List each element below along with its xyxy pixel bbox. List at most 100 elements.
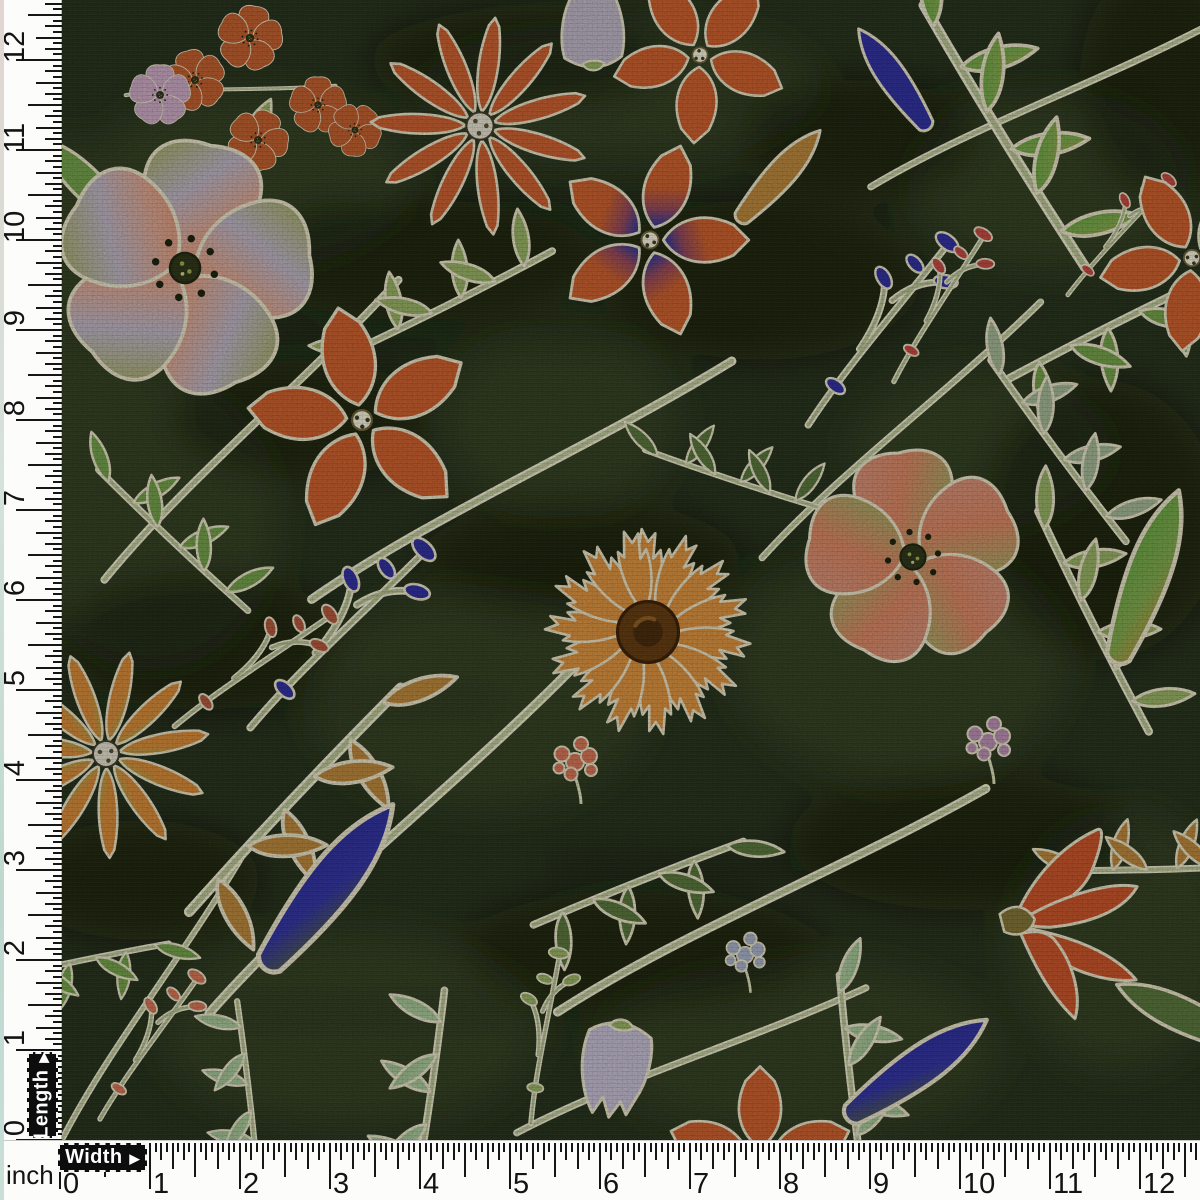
ruler-tick [166, 1143, 168, 1152]
ruler-tick [53, 830, 62, 832]
ruler-tick [903, 1143, 905, 1160]
ruler-tick [740, 1143, 742, 1152]
ruler-tick [419, 1143, 421, 1189]
ruler-tick [1066, 1143, 1068, 1152]
ruler-tick [605, 1143, 607, 1152]
ruler-tick [768, 1143, 770, 1160]
ruler-number: 4 [0, 753, 32, 783]
ruler-tick [53, 278, 62, 280]
unit-label: inch [6, 1160, 54, 1191]
ruler-tick [295, 1143, 297, 1160]
ruler-tick [53, 335, 62, 337]
ruler-tick [53, 762, 62, 764]
ruler-tick [53, 785, 62, 787]
ruler-tick [920, 1143, 922, 1152]
ruler-number: 10 [0, 213, 32, 243]
ruler-tick [45, 768, 62, 770]
ruler-tick [45, 160, 62, 162]
ruler-tick [53, 650, 62, 652]
ruler-tick [464, 1143, 466, 1177]
ruler-tick [1167, 1143, 1169, 1152]
ruler-tick [408, 1143, 410, 1160]
ruler-tick [211, 1143, 213, 1152]
ruler-tick [28, 464, 62, 466]
ruler-tick [537, 1143, 539, 1152]
ruler-tick [847, 1143, 849, 1169]
ruler-tick [45, 138, 62, 140]
ruler-tick [45, 700, 62, 702]
ruler-tick [36, 397, 62, 399]
ruler-tick [45, 295, 62, 297]
ruler-tick [53, 110, 62, 112]
ruler-tick [897, 1143, 899, 1152]
ruler-vertical: 0123456789101112 [0, 0, 62, 1143]
ruler-tick [453, 1143, 455, 1160]
ruler-number: 2 [0, 933, 32, 963]
ruler-tick [53, 560, 62, 562]
ruler-tick [976, 1143, 978, 1152]
ruler-tick [53, 931, 62, 933]
ruler-tick [53, 672, 62, 674]
ruler-number: 10 [963, 1167, 995, 1200]
ruler-tick [273, 1143, 275, 1160]
ruler-tick [53, 965, 62, 967]
ruler-tick [357, 1143, 359, 1152]
ruler-tick [53, 515, 62, 517]
ruler-tick [53, 706, 62, 708]
ruler-tick [53, 121, 62, 123]
ruler-tick [53, 683, 62, 685]
ruler-tick [28, 824, 62, 826]
ruler-tick [520, 1143, 522, 1160]
ruler-tick [53, 875, 62, 877]
ruler-tick [53, 76, 62, 78]
ruler-tick [45, 228, 62, 230]
ruler-tick [1162, 1143, 1164, 1169]
ruler-tick [948, 1143, 950, 1160]
ruler-tick [380, 1143, 382, 1152]
ruler-tick [53, 942, 62, 944]
ruler-tick [1122, 1143, 1124, 1152]
ruler-tick [329, 1143, 331, 1189]
ruler-tick [779, 1143, 781, 1189]
ruler-tick [53, 593, 62, 595]
ruler-tick [28, 644, 62, 646]
ruler-tick [993, 1143, 995, 1160]
ruler-tick [458, 1143, 460, 1152]
ruler-tick [638, 1143, 640, 1152]
ruler-tick [818, 1143, 820, 1152]
ruler-tick [492, 1143, 494, 1152]
ruler-tick [45, 475, 62, 477]
ruler-tick [290, 1143, 292, 1152]
ruler-tick [160, 1143, 162, 1160]
ruler-tick [256, 1143, 258, 1152]
ruler-tick [526, 1143, 528, 1152]
ruler-tick [1021, 1143, 1023, 1152]
ruler-tick [53, 1043, 62, 1045]
ruler-tick [228, 1143, 230, 1160]
ruler-tick [53, 211, 62, 213]
ruler-tick [1105, 1143, 1107, 1160]
up-arrow-icon: ▶ [36, 1052, 52, 1062]
ruler-tick [301, 1143, 303, 1152]
ruler-tick [1133, 1143, 1135, 1152]
ruler-tick [695, 1143, 697, 1152]
ruler-tick [45, 925, 62, 927]
ruler-tick [53, 447, 62, 449]
ruler-tick [53, 796, 62, 798]
ruler-tick [588, 1143, 590, 1160]
ruler-tick [633, 1143, 635, 1160]
length-label: Length [31, 1069, 54, 1138]
ruler-number: 11 [1053, 1167, 1083, 1200]
ruler-tick [391, 1143, 393, 1152]
ruler-tick [807, 1143, 809, 1152]
ruler-tick [436, 1143, 438, 1152]
ruler-tick [1111, 1143, 1113, 1152]
ruler-tick [53, 391, 62, 393]
ruler-tick [45, 1038, 62, 1040]
ruler-tick [53, 661, 62, 663]
ruler-tick [36, 937, 62, 939]
ruler-tick [53, 8, 62, 10]
ruler-tick [53, 222, 62, 224]
ruler-tick [36, 892, 62, 894]
ruler-tick [1004, 1143, 1006, 1177]
